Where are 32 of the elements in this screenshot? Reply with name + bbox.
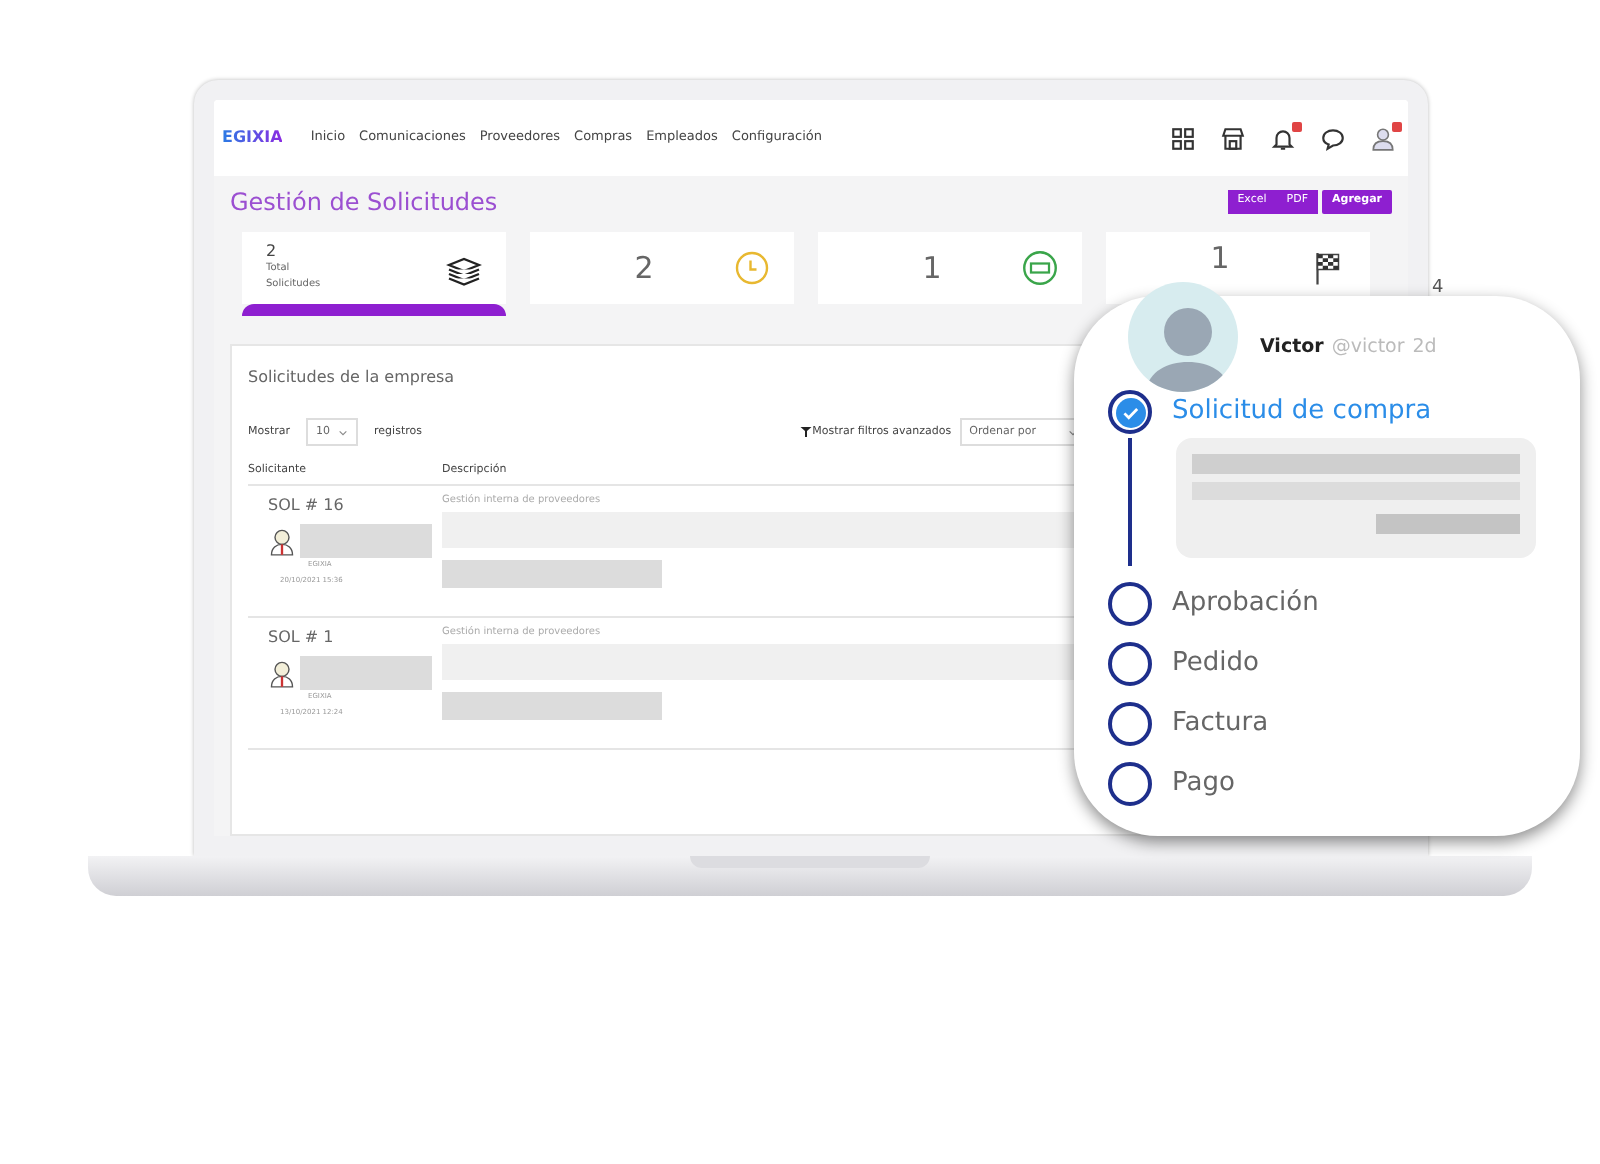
request-id: SOL # 16 — [268, 493, 346, 517]
stat-value: 2 — [632, 247, 656, 290]
stat-value: 1 — [920, 247, 944, 290]
user-name: Victor — [1260, 336, 1324, 358]
stat-card[interactable]: 1 — [818, 232, 1082, 304]
post-time: 2d — [1412, 336, 1437, 358]
clock-icon — [734, 250, 770, 286]
user-icon[interactable] — [1370, 125, 1396, 151]
redacted-bar — [300, 523, 432, 557]
step-label: Factura — [1172, 706, 1269, 743]
store-icon[interactable] — [1220, 125, 1246, 151]
page-title: Gestión de Solicitudes — [230, 186, 498, 220]
timeline-line — [1128, 438, 1132, 566]
bell-icon[interactable] — [1270, 125, 1296, 151]
step-label: Pedido — [1172, 646, 1259, 683]
filter-icon — [800, 426, 813, 439]
chevron-down-icon — [1068, 427, 1078, 438]
cash-icon — [1022, 250, 1058, 286]
request-id: SOL # 1 — [268, 625, 336, 649]
redacted-bar — [300, 655, 432, 689]
chat-icon[interactable] — [1320, 125, 1346, 151]
grid-icon[interactable] — [1170, 125, 1196, 151]
panel-title: Solicitudes de la empresa — [248, 366, 457, 390]
stat-card[interactable]: 2 — [530, 232, 794, 304]
stat-value: 1 — [1208, 243, 1232, 273]
step-label: Solicitud de compra — [1172, 394, 1432, 431]
stat-value: 4 — [1432, 276, 1444, 302]
step-label: Pago — [1172, 766, 1235, 803]
user-handle: @victor — [1331, 336, 1405, 358]
chevron-down-icon — [338, 427, 349, 438]
stat-value: 2 — [266, 244, 279, 260]
step-label: Aprobación — [1172, 586, 1319, 623]
